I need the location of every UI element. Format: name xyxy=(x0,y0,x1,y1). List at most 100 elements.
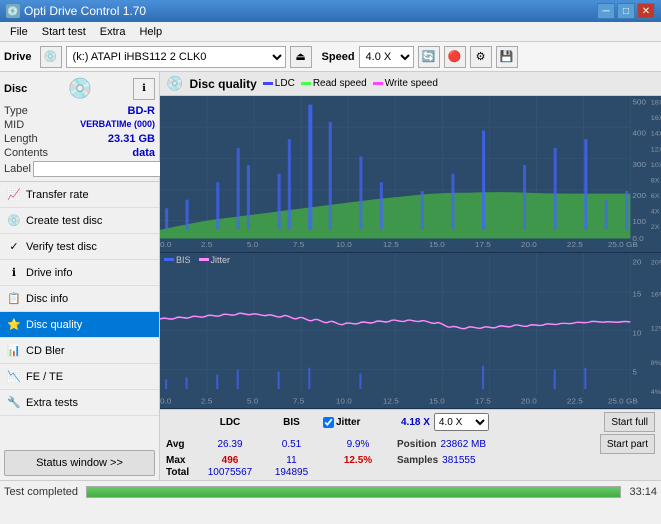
length-value: 23.31 GB xyxy=(108,133,155,145)
position-label: Position xyxy=(397,439,436,450)
svg-text:10.0: 10.0 xyxy=(336,396,352,405)
menu-file[interactable]: File xyxy=(4,24,34,40)
svg-text:500: 500 xyxy=(632,98,646,106)
burn-button[interactable]: 🔴 xyxy=(444,46,466,68)
label-input[interactable] xyxy=(33,161,167,177)
bis-legend-dot xyxy=(164,258,174,261)
sidebar-item-drive-info[interactable]: ℹ Drive info xyxy=(0,260,159,286)
disc-quality-icon: ⭐ xyxy=(6,317,22,333)
nav-label-cd-bler: CD Bler xyxy=(26,345,65,357)
svg-text:0.0: 0.0 xyxy=(160,241,171,249)
start-part-button[interactable]: Start part xyxy=(600,434,655,454)
sidebar-item-fe-te[interactable]: 📉 FE / TE xyxy=(0,364,159,390)
start-full-button[interactable]: Start full xyxy=(604,412,655,432)
speed-select-stats[interactable]: 4.0 X xyxy=(434,413,489,431)
ldc-header: LDC xyxy=(200,417,260,428)
svg-text:12.5: 12.5 xyxy=(383,241,399,249)
max-label: Max xyxy=(166,455,196,466)
legend-bis: BIS xyxy=(164,255,191,265)
samples-val: 381555 xyxy=(442,455,475,466)
sidebar-item-create-test-disc[interactable]: 💿 Create test disc xyxy=(0,208,159,234)
status-window-btn[interactable]: Status window >> xyxy=(4,450,155,476)
drive-info-icon: ℹ xyxy=(6,265,22,281)
disc-label-label: Label xyxy=(4,163,31,175)
svg-text:400: 400 xyxy=(632,129,646,137)
maximize-button[interactable]: □ xyxy=(617,3,635,19)
svg-text:2X: 2X xyxy=(651,224,660,230)
svg-text:12X: 12X xyxy=(651,147,661,153)
menu-extra[interactable]: Extra xyxy=(94,24,132,40)
sidebar-item-transfer-rate[interactable]: 📈 Transfer rate xyxy=(0,182,159,208)
menu-start-test[interactable]: Start test xyxy=(36,24,92,40)
svg-text:2.5: 2.5 xyxy=(201,241,212,249)
svg-text:12.5: 12.5 xyxy=(383,396,399,405)
cd-bler-icon: 📊 xyxy=(6,343,22,359)
bis-header: BIS xyxy=(264,417,319,428)
nav-label-create-test-disc: Create test disc xyxy=(26,215,102,227)
svg-text:5.0: 5.0 xyxy=(247,241,258,249)
legend-ldc: LDC xyxy=(263,78,295,89)
app-icon: 💿 xyxy=(6,4,20,18)
sidebar-item-verify-test-disc[interactable]: ✓ Verify test disc xyxy=(0,234,159,260)
svg-text:8%: 8% xyxy=(651,359,661,366)
bis-avg: 0.51 xyxy=(264,439,319,450)
legend-write-speed: Write speed xyxy=(373,78,438,89)
svg-text:20%: 20% xyxy=(651,259,661,266)
sidebar-item-disc-info[interactable]: 📋 Disc info xyxy=(0,286,159,312)
eject-button[interactable]: ⏏ xyxy=(290,46,312,68)
refresh-button[interactable]: 🔄 xyxy=(418,46,440,68)
mid-label: MID xyxy=(4,119,24,131)
disc-panel: Disc 💿 ℹ Type BD-R MID VERBATIMe (000) L… xyxy=(0,72,159,182)
disc-cd-icon: 💿 xyxy=(68,76,93,101)
disc-info-btn[interactable]: ℹ xyxy=(133,78,155,100)
svg-text:15: 15 xyxy=(632,289,642,298)
svg-text:300: 300 xyxy=(632,160,646,168)
status-text: Test completed xyxy=(4,486,78,498)
speed-label: Speed xyxy=(322,51,355,63)
svg-text:10: 10 xyxy=(632,328,642,337)
minimize-button[interactable]: ─ xyxy=(597,3,615,19)
close-button[interactable]: ✕ xyxy=(637,3,655,19)
svg-text:10X: 10X xyxy=(651,162,661,168)
jitter-header: Jitter xyxy=(336,417,360,428)
bis-max: 11 xyxy=(264,455,319,466)
svg-text:15.0: 15.0 xyxy=(429,241,445,249)
mid-value: VERBATIMe (000) xyxy=(80,119,155,131)
charts-split: 0.0 2.5 5.0 7.5 10.0 12.5 15.0 17.5 20.0… xyxy=(160,96,661,409)
svg-text:12%: 12% xyxy=(651,325,661,332)
nav-label-transfer-rate: Transfer rate xyxy=(26,189,89,201)
length-label: Length xyxy=(4,133,38,145)
drive-label: Drive xyxy=(4,51,32,63)
jitter-checkbox[interactable] xyxy=(323,417,334,428)
drive-select[interactable]: (k:) ATAPI iHBS112 2 CLK0 xyxy=(66,46,286,68)
avg-label: Avg xyxy=(166,439,196,450)
type-value: BD-R xyxy=(128,105,156,117)
drive-icon-btn[interactable]: 💿 xyxy=(40,46,62,68)
disc-title: Disc xyxy=(4,83,27,95)
menu-help[interactable]: Help xyxy=(133,24,168,40)
svg-text:6X: 6X xyxy=(651,193,660,199)
verify-test-disc-icon: ✓ xyxy=(6,239,22,255)
jitter-max: 12.5% xyxy=(323,455,393,466)
svg-text:17.5: 17.5 xyxy=(475,241,491,249)
titlebar-left: 💿 Opti Drive Control 1.70 xyxy=(6,4,146,18)
titlebar-controls: ─ □ ✕ xyxy=(597,3,655,19)
content-area: 💿 Disc quality LDC Read speed Write spee… xyxy=(160,72,661,480)
position-val: 23862 MB xyxy=(440,439,486,450)
type-label: Type xyxy=(4,105,28,117)
svg-text:22.5: 22.5 xyxy=(567,396,583,405)
svg-text:5: 5 xyxy=(632,367,637,376)
nav-label-verify-test-disc: Verify test disc xyxy=(26,241,97,253)
sidebar-item-cd-bler[interactable]: 📊 CD Bler xyxy=(0,338,159,364)
settings-button[interactable]: ⚙ xyxy=(470,46,492,68)
speed-select-top[interactable]: 4.0 X xyxy=(359,46,414,68)
ldc-legend-dot xyxy=(263,82,273,85)
sidebar-item-disc-quality[interactable]: ⭐ Disc quality xyxy=(0,312,159,338)
sidebar-item-extra-tests[interactable]: 🔧 Extra tests xyxy=(0,390,159,416)
nav-label-extra-tests: Extra tests xyxy=(26,397,78,409)
drive-toolbar: Drive 💿 (k:) ATAPI iHBS112 2 CLK0 ⏏ Spee… xyxy=(0,42,661,72)
svg-text:4%: 4% xyxy=(651,389,661,396)
transfer-rate-icon: 📈 xyxy=(6,187,22,203)
save-button[interactable]: 💾 xyxy=(496,46,518,68)
legend-jitter: Jitter xyxy=(199,255,231,265)
